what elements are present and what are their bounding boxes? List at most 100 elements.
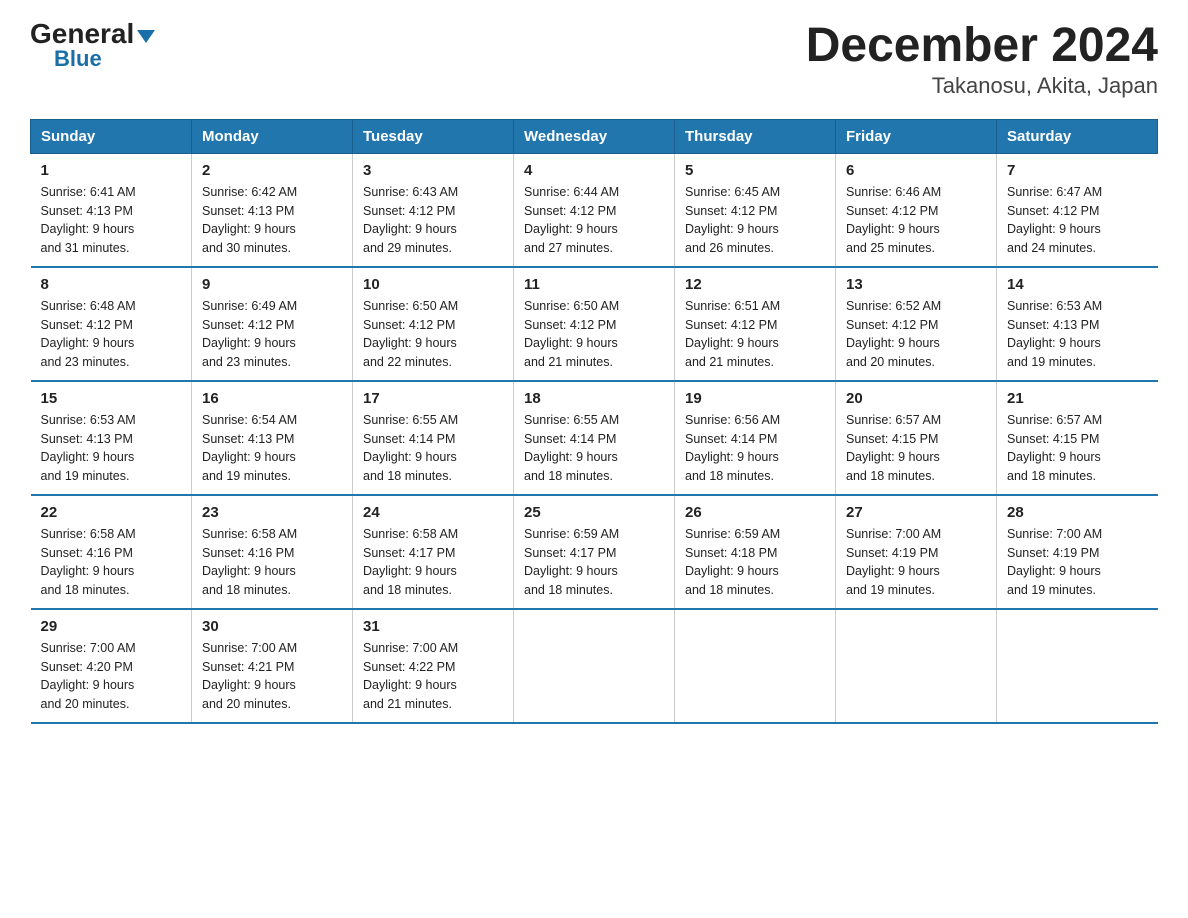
day-info: Sunrise: 6:57 AMSunset: 4:15 PMDaylight:… <box>1007 413 1102 483</box>
day-cell <box>675 609 836 723</box>
day-cell <box>997 609 1158 723</box>
day-info: Sunrise: 6:54 AMSunset: 4:13 PMDaylight:… <box>202 413 297 483</box>
header-tuesday: Tuesday <box>353 119 514 153</box>
day-number: 11 <box>524 276 664 293</box>
day-cell: 2 Sunrise: 6:42 AMSunset: 4:13 PMDayligh… <box>192 153 353 267</box>
logo-triangle-icon <box>137 30 155 43</box>
day-cell: 17 Sunrise: 6:55 AMSunset: 4:14 PMDaylig… <box>353 381 514 495</box>
day-cell: 12 Sunrise: 6:51 AMSunset: 4:12 PMDaylig… <box>675 267 836 381</box>
header-thursday: Thursday <box>675 119 836 153</box>
day-info: Sunrise: 7:00 AMSunset: 4:19 PMDaylight:… <box>846 527 941 597</box>
day-number: 18 <box>524 390 664 407</box>
day-cell: 3 Sunrise: 6:43 AMSunset: 4:12 PMDayligh… <box>353 153 514 267</box>
day-info: Sunrise: 6:52 AMSunset: 4:12 PMDaylight:… <box>846 299 941 369</box>
day-info: Sunrise: 6:57 AMSunset: 4:15 PMDaylight:… <box>846 413 941 483</box>
calendar-title: December 2024 <box>806 20 1158 73</box>
header-row: SundayMondayTuesdayWednesdayThursdayFrid… <box>31 119 1158 153</box>
day-info: Sunrise: 6:46 AMSunset: 4:12 PMDaylight:… <box>846 185 941 255</box>
day-cell: 19 Sunrise: 6:56 AMSunset: 4:14 PMDaylig… <box>675 381 836 495</box>
day-cell: 6 Sunrise: 6:46 AMSunset: 4:12 PMDayligh… <box>836 153 997 267</box>
week-row-1: 1 Sunrise: 6:41 AMSunset: 4:13 PMDayligh… <box>31 153 1158 267</box>
day-number: 1 <box>41 162 182 179</box>
day-info: Sunrise: 6:58 AMSunset: 4:17 PMDaylight:… <box>363 527 458 597</box>
day-number: 23 <box>202 504 342 521</box>
day-info: Sunrise: 6:59 AMSunset: 4:18 PMDaylight:… <box>685 527 780 597</box>
day-info: Sunrise: 7:00 AMSunset: 4:20 PMDaylight:… <box>41 641 136 711</box>
day-info: Sunrise: 6:50 AMSunset: 4:12 PMDaylight:… <box>363 299 458 369</box>
day-cell: 27 Sunrise: 7:00 AMSunset: 4:19 PMDaylig… <box>836 495 997 609</box>
day-info: Sunrise: 6:41 AMSunset: 4:13 PMDaylight:… <box>41 185 136 255</box>
day-cell: 25 Sunrise: 6:59 AMSunset: 4:17 PMDaylig… <box>514 495 675 609</box>
day-cell: 13 Sunrise: 6:52 AMSunset: 4:12 PMDaylig… <box>836 267 997 381</box>
day-number: 6 <box>846 162 986 179</box>
day-number: 12 <box>685 276 825 293</box>
day-number: 29 <box>41 618 182 635</box>
calendar-table: SundayMondayTuesdayWednesdayThursdayFrid… <box>30 119 1158 724</box>
day-number: 16 <box>202 390 342 407</box>
day-number: 31 <box>363 618 503 635</box>
day-info: Sunrise: 6:56 AMSunset: 4:14 PMDaylight:… <box>685 413 780 483</box>
day-info: Sunrise: 6:51 AMSunset: 4:12 PMDaylight:… <box>685 299 780 369</box>
day-info: Sunrise: 6:59 AMSunset: 4:17 PMDaylight:… <box>524 527 619 597</box>
day-cell: 8 Sunrise: 6:48 AMSunset: 4:12 PMDayligh… <box>31 267 192 381</box>
day-cell: 24 Sunrise: 6:58 AMSunset: 4:17 PMDaylig… <box>353 495 514 609</box>
header-monday: Monday <box>192 119 353 153</box>
day-number: 8 <box>41 276 182 293</box>
day-cell: 23 Sunrise: 6:58 AMSunset: 4:16 PMDaylig… <box>192 495 353 609</box>
day-cell: 31 Sunrise: 7:00 AMSunset: 4:22 PMDaylig… <box>353 609 514 723</box>
day-number: 20 <box>846 390 986 407</box>
day-cell: 4 Sunrise: 6:44 AMSunset: 4:12 PMDayligh… <box>514 153 675 267</box>
day-cell: 18 Sunrise: 6:55 AMSunset: 4:14 PMDaylig… <box>514 381 675 495</box>
day-number: 9 <box>202 276 342 293</box>
day-cell <box>514 609 675 723</box>
header-sunday: Sunday <box>31 119 192 153</box>
day-info: Sunrise: 6:53 AMSunset: 4:13 PMDaylight:… <box>41 413 136 483</box>
day-info: Sunrise: 6:49 AMSunset: 4:12 PMDaylight:… <box>202 299 297 369</box>
day-cell: 1 Sunrise: 6:41 AMSunset: 4:13 PMDayligh… <box>31 153 192 267</box>
week-row-4: 22 Sunrise: 6:58 AMSunset: 4:16 PMDaylig… <box>31 495 1158 609</box>
day-number: 14 <box>1007 276 1148 293</box>
day-cell: 28 Sunrise: 7:00 AMSunset: 4:19 PMDaylig… <box>997 495 1158 609</box>
day-info: Sunrise: 6:42 AMSunset: 4:13 PMDaylight:… <box>202 185 297 255</box>
day-info: Sunrise: 6:48 AMSunset: 4:12 PMDaylight:… <box>41 299 136 369</box>
day-number: 28 <box>1007 504 1148 521</box>
day-cell: 10 Sunrise: 6:50 AMSunset: 4:12 PMDaylig… <box>353 267 514 381</box>
day-cell: 11 Sunrise: 6:50 AMSunset: 4:12 PMDaylig… <box>514 267 675 381</box>
day-info: Sunrise: 7:00 AMSunset: 4:21 PMDaylight:… <box>202 641 297 711</box>
day-cell: 21 Sunrise: 6:57 AMSunset: 4:15 PMDaylig… <box>997 381 1158 495</box>
day-cell: 7 Sunrise: 6:47 AMSunset: 4:12 PMDayligh… <box>997 153 1158 267</box>
day-number: 5 <box>685 162 825 179</box>
title-block: December 2024 Takanosu, Akita, Japan <box>806 20 1158 99</box>
day-number: 17 <box>363 390 503 407</box>
day-info: Sunrise: 6:55 AMSunset: 4:14 PMDaylight:… <box>363 413 458 483</box>
day-info: Sunrise: 6:58 AMSunset: 4:16 PMDaylight:… <box>202 527 297 597</box>
day-number: 26 <box>685 504 825 521</box>
day-number: 10 <box>363 276 503 293</box>
day-info: Sunrise: 7:00 AMSunset: 4:22 PMDaylight:… <box>363 641 458 711</box>
day-info: Sunrise: 6:44 AMSunset: 4:12 PMDaylight:… <box>524 185 619 255</box>
day-number: 19 <box>685 390 825 407</box>
day-number: 2 <box>202 162 342 179</box>
day-cell: 5 Sunrise: 6:45 AMSunset: 4:12 PMDayligh… <box>675 153 836 267</box>
day-number: 30 <box>202 618 342 635</box>
logo: General Blue <box>30 20 155 70</box>
day-number: 3 <box>363 162 503 179</box>
day-cell: 16 Sunrise: 6:54 AMSunset: 4:13 PMDaylig… <box>192 381 353 495</box>
day-info: Sunrise: 6:50 AMSunset: 4:12 PMDaylight:… <box>524 299 619 369</box>
day-number: 24 <box>363 504 503 521</box>
day-info: Sunrise: 6:43 AMSunset: 4:12 PMDaylight:… <box>363 185 458 255</box>
day-number: 7 <box>1007 162 1148 179</box>
day-info: Sunrise: 6:58 AMSunset: 4:16 PMDaylight:… <box>41 527 136 597</box>
week-row-2: 8 Sunrise: 6:48 AMSunset: 4:12 PMDayligh… <box>31 267 1158 381</box>
header-saturday: Saturday <box>997 119 1158 153</box>
day-number: 15 <box>41 390 182 407</box>
day-cell: 15 Sunrise: 6:53 AMSunset: 4:13 PMDaylig… <box>31 381 192 495</box>
day-number: 25 <box>524 504 664 521</box>
day-number: 22 <box>41 504 182 521</box>
page-header: General Blue December 2024 Takanosu, Aki… <box>30 20 1158 99</box>
calendar-subtitle: Takanosu, Akita, Japan <box>806 73 1158 99</box>
week-row-3: 15 Sunrise: 6:53 AMSunset: 4:13 PMDaylig… <box>31 381 1158 495</box>
week-row-5: 29 Sunrise: 7:00 AMSunset: 4:20 PMDaylig… <box>31 609 1158 723</box>
header-friday: Friday <box>836 119 997 153</box>
day-cell: 9 Sunrise: 6:49 AMSunset: 4:12 PMDayligh… <box>192 267 353 381</box>
